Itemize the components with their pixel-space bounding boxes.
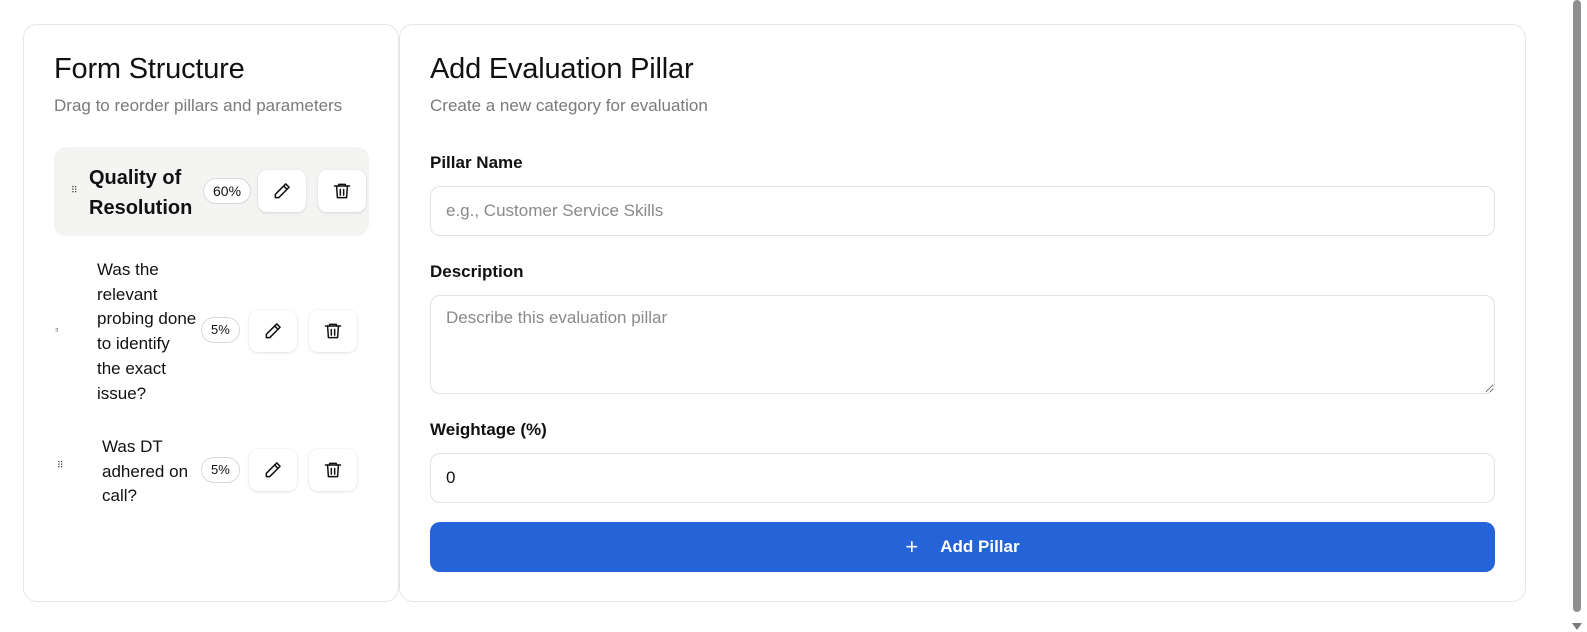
trash-icon [324,323,342,339]
form-structure-title: Form Structure [54,53,245,85]
delete-parameter-button[interactable] [309,449,357,491]
weightage-input[interactable] [430,453,1495,503]
page: Form Structure Drag to reorder pillars a… [0,0,1587,632]
add-pillar-button[interactable]: + Add Pillar [430,522,1495,572]
pillar-name-input[interactable] [430,186,1495,236]
pencil-icon [265,462,281,478]
pencil-icon [274,183,290,199]
scroll-down-arrow-icon[interactable] [1572,623,1582,630]
parameter-item[interactable]: ⠿ Was DT adhered on call? 5% [54,435,369,511]
drag-handle-icon[interactable]: ⠿ [55,327,61,336]
parameter-text: Was the relevant probing done to identif… [97,260,197,403]
add-pillar-title: Add Evaluation Pillar [430,53,694,85]
description-label: Description [430,262,524,281]
pillar-item[interactable]: ⠿ Quality of Resolution 60% [54,147,369,236]
add-pillar-panel: Add Evaluation Pillar Create a new categ… [399,24,1526,602]
drag-handle-icon[interactable]: ⠿ [71,186,78,195]
trash-icon [324,462,342,478]
add-pillar-subtitle: Create a new category for evaluation [430,96,708,115]
parameter-item[interactable]: ⠿ Was the relevant probing done to ident… [54,258,369,406]
delete-pillar-button[interactable] [318,170,366,212]
add-pillar-button-label: Add Pillar [940,537,1020,556]
description-textarea[interactable] [430,295,1495,394]
plus-icon: + [905,534,919,559]
page-scrollbar[interactable] [1568,0,1587,632]
drag-handle-icon[interactable]: ⠿ [57,461,64,470]
pillar-name-label: Pillar Name [430,153,523,172]
scrollbar-thumb[interactable] [1573,0,1581,612]
edit-pillar-button[interactable] [258,170,306,212]
pillar-name: Quality of Resolution [89,167,193,219]
delete-parameter-button[interactable] [309,310,357,352]
form-structure-panel: Form Structure Drag to reorder pillars a… [23,24,399,602]
weightage-label: Weightage (%) [430,420,547,439]
parameter-weight-badge: 5% [201,457,240,483]
edit-parameter-button[interactable] [249,310,297,352]
parameter-text: Was DT adhered on call? [102,437,189,506]
parameter-weight-badge: 5% [201,317,240,343]
pencil-icon [265,323,281,339]
trash-icon [333,183,351,199]
edit-parameter-button[interactable] [249,449,297,491]
form-structure-subtitle: Drag to reorder pillars and parameters [54,96,343,115]
pillar-weight-badge: 60% [203,178,252,204]
